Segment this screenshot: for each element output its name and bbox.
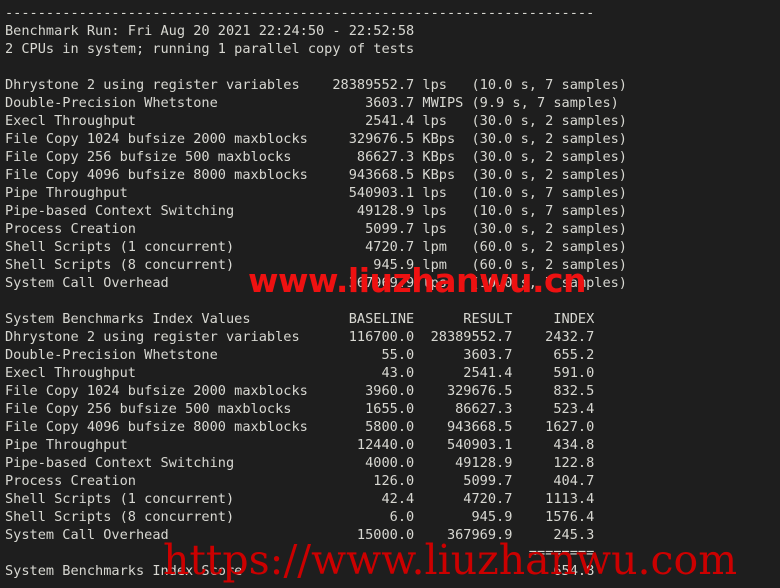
index-table-row: Pipe Throughput 12440.0 540903.1 434.8 [5,437,595,453]
index-table-row: Shell Scripts (8 concurrent) 6.0 945.9 1… [5,509,595,525]
index-table-row: Pipe-based Context Switching 4000.0 4912… [5,455,595,471]
index-table-row: Execl Throughput 43.0 2541.4 591.0 [5,365,595,381]
index-table-row: Dhrystone 2 using register variables 116… [5,329,595,345]
raw-result-row: Execl Throughput 2541.4 lps (30.0 s, 2 s… [5,113,627,129]
terminal-window: ----------------------------------------… [0,0,780,588]
cpu-info-line: 2 CPUs in system; running 1 parallel cop… [5,41,415,57]
index-table-row: Process Creation 126.0 5099.7 404.7 [5,473,595,489]
index-table-row: Double-Precision Whetstone 55.0 3603.7 6… [5,347,595,363]
raw-result-row: Process Creation 5099.7 lps (30.0 s, 2 s… [5,221,627,237]
index-table-row: File Copy 1024 bufsize 2000 maxblocks 39… [5,383,595,399]
index-table-row: File Copy 256 bufsize 500 maxblocks 1655… [5,401,595,417]
watermark-liuzhanwu-cn: www.liuzhanwu.cn [248,261,587,300]
raw-result-row: Pipe Throughput 540903.1 lps (10.0 s, 7 … [5,185,627,201]
benchmark-run-line: Benchmark Run: Fri Aug 20 2021 22:24:50 … [5,23,415,39]
raw-result-row: Shell Scripts (1 concurrent) 4720.7 lpm … [5,239,627,255]
raw-result-row: File Copy 1024 bufsize 2000 maxblocks 32… [5,131,627,147]
separator-top: ----------------------------------------… [5,5,595,21]
raw-result-row: File Copy 256 bufsize 500 maxblocks 8662… [5,149,627,165]
index-table-row: Shell Scripts (1 concurrent) 42.4 4720.7… [5,491,595,507]
watermark-liuzhanwu-com: https://www.liuzhanwu.com [163,536,738,584]
index-table-header: System Benchmarks Index Values BASELINE … [5,311,595,327]
raw-result-row: File Copy 4096 bufsize 8000 maxblocks 94… [5,167,627,183]
raw-result-row: Pipe-based Context Switching 49128.9 lps… [5,203,627,219]
raw-result-row: Dhrystone 2 using register variables 283… [5,77,627,93]
raw-result-row: Double-Precision Whetstone 3603.7 MWIPS … [5,95,619,111]
index-table-row: File Copy 4096 bufsize 8000 maxblocks 58… [5,419,595,435]
